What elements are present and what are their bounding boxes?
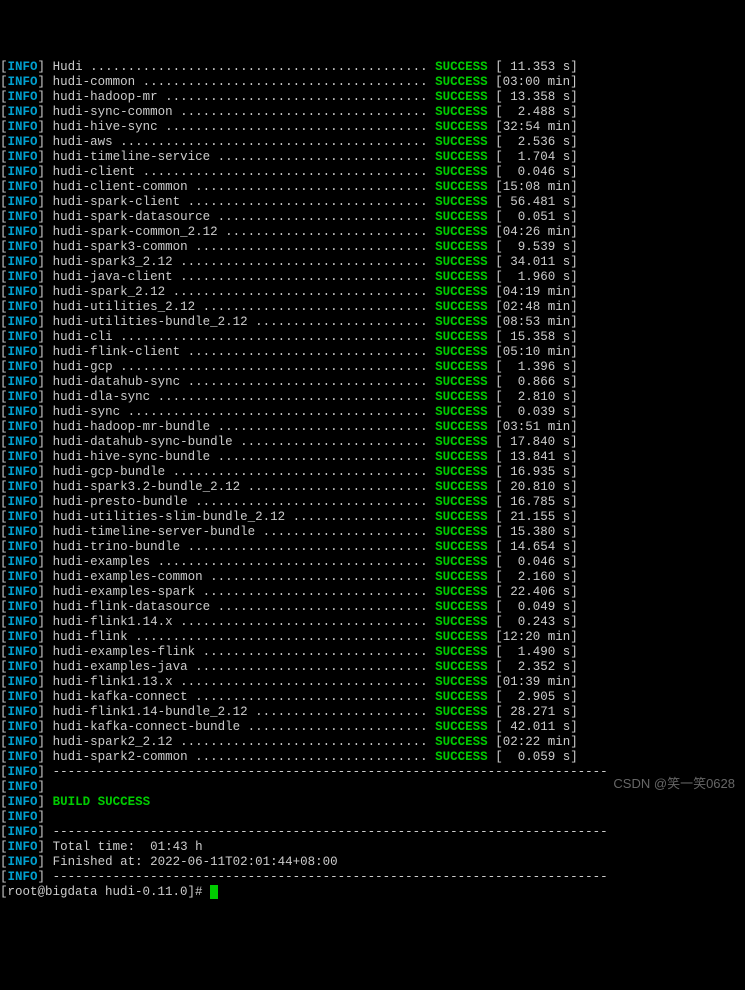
- build-module-row: [INFO] hudi-hive-sync-bundle ...........…: [0, 450, 745, 465]
- build-module-row: [INFO] hudi-flink1.14.x ................…: [0, 615, 745, 630]
- build-module-row: [INFO] hudi-kafka-connect ..............…: [0, 690, 745, 705]
- total-time-line: [INFO] Total time: 01:43 h: [0, 840, 745, 855]
- build-module-row: [INFO] hudi-sync-common ................…: [0, 105, 745, 120]
- watermark: CSDN @笑一笑0628: [613, 776, 735, 791]
- build-module-row: [INFO] hudi-cli ........................…: [0, 330, 745, 345]
- build-module-row: [INFO] hudi-spark-common_2.12 ..........…: [0, 225, 745, 240]
- terminal-output: [INFO] Hudi ............................…: [0, 60, 745, 900]
- build-module-row: [INFO] hudi-gcp-bundle .................…: [0, 465, 745, 480]
- build-module-row: [INFO] hudi-examples ...................…: [0, 555, 745, 570]
- build-module-row: [INFO] hudi-spark3_2.12 ................…: [0, 255, 745, 270]
- build-module-row: [INFO] hudi-examples-java ..............…: [0, 660, 745, 675]
- build-module-row: [INFO] hudi-datahub-sync-bundle ........…: [0, 435, 745, 450]
- finished-at-line: [INFO] Finished at: 2022-06-11T02:01:44+…: [0, 855, 745, 870]
- build-module-row: [INFO] hudi-utilities-bundle_2.12 ......…: [0, 315, 745, 330]
- build-module-row: [INFO] Hudi ............................…: [0, 60, 745, 75]
- build-module-row: [INFO] hudi-flink1.14-bundle_2.12 ......…: [0, 705, 745, 720]
- build-module-row: [INFO] hudi-aws ........................…: [0, 135, 745, 150]
- build-module-row: [INFO] hudi-flink-client ...............…: [0, 345, 745, 360]
- build-module-row: [INFO] hudi-presto-bundle ..............…: [0, 495, 745, 510]
- build-module-row: [INFO] hudi-hive-sync ..................…: [0, 120, 745, 135]
- build-module-row: [INFO] hudi-spark2_2.12 ................…: [0, 735, 745, 750]
- build-module-row: [INFO] hudi-java-client ................…: [0, 270, 745, 285]
- build-module-row: [INFO] hudi-utilities_2.12 .............…: [0, 300, 745, 315]
- build-module-row: [INFO] hudi-gcp ........................…: [0, 360, 745, 375]
- build-module-row: [INFO] hudi-spark-datasource ...........…: [0, 210, 745, 225]
- build-module-row: [INFO] hudi-spark-client ...............…: [0, 195, 745, 210]
- shell-prompt[interactable]: [root@bigdata hudi-0.11.0]#: [0, 885, 745, 900]
- build-module-row: [INFO] hudi-examples-spark .............…: [0, 585, 745, 600]
- build-module-row: [INFO] hudi-client-common ..............…: [0, 180, 745, 195]
- build-module-row: [INFO] hudi-sync .......................…: [0, 405, 745, 420]
- build-module-row: [INFO] hudi-timeline-service ...........…: [0, 150, 745, 165]
- build-module-row: [INFO] hudi-examples-flink .............…: [0, 645, 745, 660]
- build-module-row: [INFO] hudi-client .....................…: [0, 165, 745, 180]
- build-module-row: [INFO] hudi-flink1.13.x ................…: [0, 675, 745, 690]
- build-module-row: [INFO] hudi-timeline-server-bundle .....…: [0, 525, 745, 540]
- build-module-row: [INFO] hudi-spark2-common ..............…: [0, 750, 745, 765]
- build-module-row: [INFO] hudi-examples-common ............…: [0, 570, 745, 585]
- build-module-row: [INFO] hudi-kafka-connect-bundle .......…: [0, 720, 745, 735]
- build-module-row: [INFO] hudi-spark3.2-bundle_2.12 .......…: [0, 480, 745, 495]
- build-module-row: [INFO] hudi-hadoop-mr-bundle ...........…: [0, 420, 745, 435]
- build-module-row: [INFO] hudi-utilities-slim-bundle_2.12 .…: [0, 510, 745, 525]
- info-blank: [INFO]: [0, 810, 745, 825]
- build-module-row: [INFO] hudi-flink-datasource ...........…: [0, 600, 745, 615]
- divider-line: [INFO] ---------------------------------…: [0, 825, 745, 840]
- build-module-row: [INFO] hudi-common .....................…: [0, 75, 745, 90]
- build-module-row: [INFO] hudi-trino-bundle ...............…: [0, 540, 745, 555]
- divider-line: [INFO] ---------------------------------…: [0, 870, 745, 885]
- build-module-row: [INFO] hudi-flink ......................…: [0, 630, 745, 645]
- build-module-row: [INFO] hudi-dla-sync ...................…: [0, 390, 745, 405]
- cursor-icon: [210, 885, 218, 899]
- build-module-row: [INFO] hudi-hadoop-mr ..................…: [0, 90, 745, 105]
- build-module-row: [INFO] hudi-spark3-common ..............…: [0, 240, 745, 255]
- build-module-row: [INFO] hudi-datahub-sync ...............…: [0, 375, 745, 390]
- build-success-line: [INFO] BUILD SUCCESS: [0, 795, 745, 810]
- build-module-row: [INFO] hudi-spark_2.12 .................…: [0, 285, 745, 300]
